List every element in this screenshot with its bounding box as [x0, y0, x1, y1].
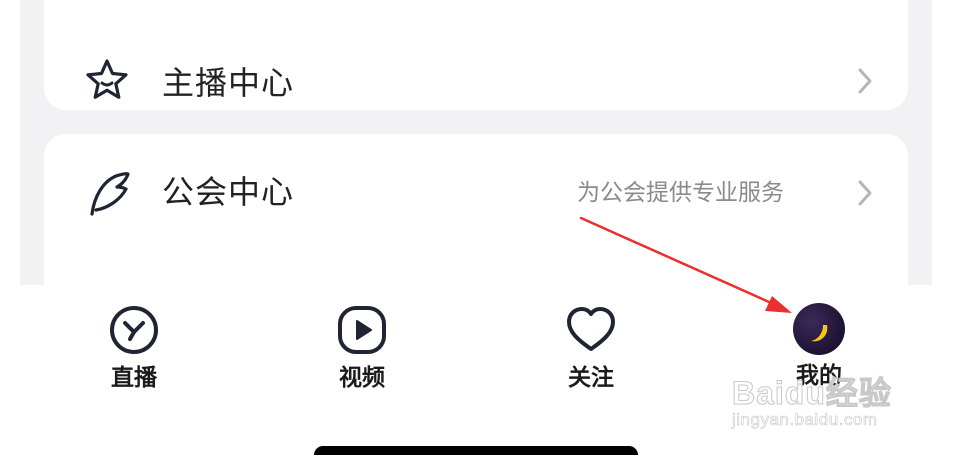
tab-video[interactable]: 视频	[302, 303, 422, 403]
guild-center-subtitle: 为公会提供专业服务	[577, 180, 784, 206]
feather-icon	[90, 172, 130, 216]
screen: 主播中心 公会中心 为公会提供专业服务 直播 视频 关注 我的 Baidu经验 …	[0, 0, 953, 455]
guild-center-label: 公会中心	[162, 173, 295, 211]
tab-follow-label: 关注	[568, 365, 614, 391]
chevron-right-icon	[858, 68, 872, 94]
play-icon	[338, 306, 386, 354]
avatar	[793, 303, 845, 355]
watermark-url: jingyan.baidu.com	[732, 410, 878, 430]
chevron-right-icon	[858, 180, 872, 206]
moon-icon	[811, 325, 828, 342]
anchor-center-label: 主播中心	[162, 64, 295, 102]
anchor-center-row[interactable]: 主播中心	[44, 0, 908, 110]
watermark-brand: Baidu经验	[732, 375, 892, 412]
heart-icon	[567, 307, 615, 351]
tab-live[interactable]: 直播	[74, 303, 194, 403]
tab-live-label: 直播	[111, 365, 157, 391]
live-icon	[110, 306, 158, 354]
tab-video-label: 视频	[339, 365, 385, 391]
home-indicator	[314, 446, 638, 455]
tab-follow[interactable]: 关注	[531, 303, 651, 403]
watermark: Baidu经验 jingyan.baidu.com	[732, 368, 912, 438]
guild-center-row[interactable]: 公会中心 为公会提供专业服务	[44, 134, 908, 304]
star-icon	[86, 59, 128, 99]
